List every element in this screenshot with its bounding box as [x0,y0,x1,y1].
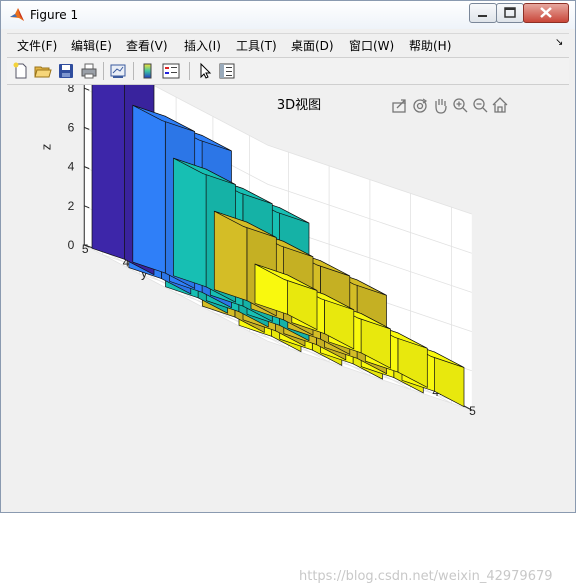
menu-view[interactable]: 查看(V) [126,37,168,54]
menu-dock-arrow-icon[interactable]: ↘ [555,37,563,48]
z-tick-label: 4 [68,160,75,174]
close-icon [540,7,552,18]
figure-window: Figure 1 文件(F) 编辑(E) 查看(V) 插入(I) 工具(T) 桌… [0,0,576,584]
chart-title: 3D视图 [277,98,321,113]
title-bar[interactable]: Figure 1 [1,1,575,29]
new-figure-icon[interactable] [12,62,30,80]
z-tick-label: 6 [68,120,75,134]
print-icon[interactable] [80,62,98,80]
export-icon[interactable] [392,99,406,113]
x-tick-label: 5 [469,404,476,418]
z-tick-label: 8 [68,85,75,95]
window-title: Figure 1 [30,8,79,22]
z-tick-label: 0 [68,238,75,252]
rotate-3d-icon[interactable] [413,98,428,113]
menu-insert[interactable]: 插入(I) [184,37,221,54]
menu-desktop[interactable]: 桌面(D) [291,37,334,54]
pan-hand-icon[interactable] [435,99,447,114]
link-plot-icon[interactable] [109,62,127,80]
watermark-text: https://blog.csdn.net/weixin_42979679 [299,569,553,584]
bar-side-face [91,51,125,260]
bar3-plot[interactable]: 12345123450246810xyz3D视图 [7,42,569,505]
select-pointer-icon[interactable] [196,62,214,80]
figure-canvas[interactable]: 12345123450246810xyz3D视图 https://blog.cs… [7,42,569,584]
axes-toolbar [392,97,508,114]
bar-side-face [173,157,207,288]
z-tick-label: 2 [68,199,75,213]
maximize-icon [504,7,516,18]
menu-window[interactable]: 窗口(W) [349,37,394,54]
close-button[interactable] [523,3,569,23]
property-inspector-icon[interactable] [218,62,236,80]
figure-toolbar [7,57,569,85]
toolbar-separator [133,62,134,80]
save-icon[interactable] [57,62,75,80]
toolbar-separator [103,62,104,80]
menu-file[interactable]: 文件(F) [17,37,57,54]
home-icon[interactable] [492,97,508,113]
matlab-logo-icon [10,8,24,21]
minimize-icon [478,15,487,17]
legend-icon[interactable] [162,62,180,80]
y-tick-label: 5 [82,242,89,256]
toolbar-separator [189,62,190,80]
bar-side-face [132,104,166,274]
minimize-button[interactable] [469,3,497,23]
zoom-in-icon[interactable] [453,98,468,113]
colorbar-icon[interactable] [139,62,157,80]
menu-tools[interactable]: 工具(T) [236,37,277,54]
z-axis-label: z [38,144,53,151]
maximize-button[interactable] [496,3,524,23]
zoom-out-icon[interactable] [473,98,488,113]
open-file-icon[interactable] [34,62,52,80]
menu-edit[interactable]: 编辑(E) [71,37,112,54]
menu-bar: 文件(F) 编辑(E) 查看(V) 插入(I) 工具(T) 桌面(D) 窗口(W… [7,33,569,56]
menu-help[interactable]: 帮助(H) [409,37,451,54]
